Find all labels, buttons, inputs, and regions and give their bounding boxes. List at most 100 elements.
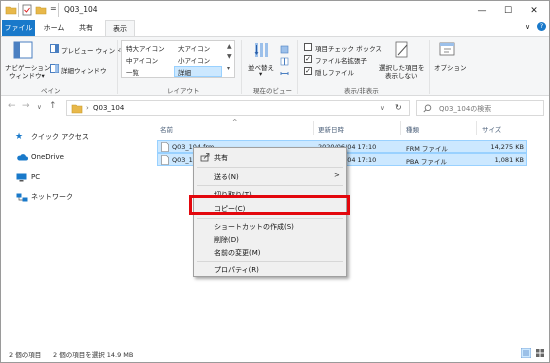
menu-item-share[interactable]: 共有 bbox=[214, 153, 228, 163]
star-icon: ★ bbox=[15, 132, 24, 142]
minimize-button[interactable]: — bbox=[469, 1, 495, 20]
close-button[interactable]: ✕ bbox=[521, 1, 547, 20]
size-columns-icon[interactable] bbox=[280, 69, 289, 78]
group-divider bbox=[297, 40, 298, 94]
breadcrumb-current[interactable]: Q03_104 bbox=[93, 104, 124, 112]
ribbon-collapse-icon[interactable]: ∨ bbox=[525, 23, 530, 31]
annotation-highlight-box bbox=[189, 195, 350, 215]
search-box[interactable]: Q03_104の検索 bbox=[416, 100, 544, 116]
forward-button[interactable]: → bbox=[22, 101, 30, 111]
address-row: ← → ∨ ↑ › Q03_104 ∨ ↻ Q03_104の検索 bbox=[1, 97, 549, 119]
layout-medium-icons[interactable]: 中アイコン bbox=[126, 55, 158, 65]
options-label: オプション bbox=[434, 64, 467, 72]
layout-small-icons[interactable]: 小アイコン bbox=[178, 55, 210, 65]
column-header-size[interactable]: サイズ bbox=[482, 124, 501, 134]
menu-item-send-to[interactable]: 送る(N) bbox=[214, 172, 239, 182]
preview-pane-icon bbox=[50, 44, 59, 53]
new-folder-icon[interactable] bbox=[35, 4, 47, 16]
group-divider bbox=[117, 40, 118, 94]
column-divider[interactable] bbox=[476, 121, 477, 135]
item-checkboxes-label: 項目チェック ボックス bbox=[315, 45, 382, 53]
file-type: FRM ファイル bbox=[406, 145, 448, 153]
menu-item-create-shortcut[interactable]: ショートカットの作成(S) bbox=[214, 222, 294, 232]
tab-home[interactable]: ホーム bbox=[39, 20, 69, 36]
nav-pane-label-2: ウィンドウ▾ bbox=[9, 72, 45, 80]
properties-icon[interactable] bbox=[22, 4, 32, 16]
navigation-pane-icon bbox=[13, 41, 33, 59]
file-extensions-checkbox: ✓ bbox=[304, 55, 312, 63]
file-type: PBA ファイル bbox=[406, 158, 447, 166]
status-selected: 2 個の項目を選択 14.9 MB bbox=[53, 351, 134, 359]
menu-separator bbox=[197, 185, 343, 186]
nav-item-label: OneDrive bbox=[31, 153, 64, 161]
tab-share[interactable]: 共有 bbox=[73, 20, 99, 36]
up-button[interactable]: ↑ bbox=[49, 101, 57, 111]
layout-large-icons[interactable]: 大アイコン bbox=[178, 43, 210, 53]
breadcrumb-chevron-icon[interactable]: › bbox=[86, 104, 89, 112]
back-button[interactable]: ← bbox=[8, 101, 16, 111]
options-icon bbox=[439, 42, 455, 56]
network-icon bbox=[16, 193, 28, 202]
gallery-more-icon[interactable]: ▾ bbox=[227, 65, 230, 72]
large-icons-view-icon[interactable] bbox=[535, 348, 545, 358]
pane-group-label: ペイン bbox=[41, 87, 61, 95]
address-dropdown-icon[interactable]: ∨ bbox=[380, 104, 385, 112]
file-extensions-label: ファイル名拡張子 bbox=[315, 57, 367, 65]
preview-pane-label: プレビュー ウィンドウ bbox=[61, 47, 129, 55]
column-header-date[interactable]: 更新日時 bbox=[318, 124, 344, 134]
column-divider[interactable] bbox=[313, 121, 314, 135]
cloud-icon bbox=[17, 154, 28, 161]
status-item-count: 2 個の項目 bbox=[9, 351, 42, 359]
qa-divider bbox=[58, 3, 59, 17]
window-title: Q03_104 bbox=[64, 5, 98, 14]
layout-group-label: レイアウト bbox=[167, 87, 200, 95]
column-divider[interactable] bbox=[400, 121, 401, 135]
sort-icon bbox=[254, 43, 268, 57]
menu-item-delete[interactable]: 削除(D) bbox=[214, 235, 239, 245]
file-icon bbox=[161, 155, 169, 165]
column-header-name[interactable]: 名前 bbox=[160, 124, 173, 134]
layout-details[interactable]: 詳細 bbox=[178, 67, 191, 77]
nav-item-label: クイック アクセス bbox=[31, 133, 89, 141]
layout-extra-large-icons[interactable]: 特大アイコン bbox=[126, 43, 165, 53]
file-size: 14,275 KB bbox=[490, 143, 524, 151]
layout-list[interactable]: 一覧 bbox=[126, 67, 139, 77]
file-size: 1,081 KB bbox=[494, 156, 524, 164]
details-pane-label: 詳細ウィンドウ bbox=[61, 67, 107, 75]
nav-item-label: PC bbox=[31, 173, 41, 181]
gallery-scroll-down-icon[interactable]: ▼ bbox=[227, 53, 232, 60]
group-by-icon[interactable] bbox=[280, 45, 289, 54]
group-divider bbox=[429, 40, 430, 94]
recent-locations-button[interactable]: ∨ bbox=[37, 103, 42, 111]
details-view-icon[interactable] bbox=[521, 348, 531, 358]
item-checkboxes-checkbox bbox=[304, 43, 312, 51]
ribbon-tabs: ファイル ホーム 共有 表示 ∨ ? bbox=[1, 20, 549, 36]
qa-customize[interactable]: = bbox=[50, 4, 57, 13]
qa-divider bbox=[18, 3, 19, 17]
tab-view[interactable]: 表示 bbox=[105, 20, 135, 36]
file-icon bbox=[161, 142, 169, 152]
sort-label-2: ▾ bbox=[259, 70, 263, 78]
share-icon bbox=[200, 153, 210, 162]
maximize-button[interactable]: ☐ bbox=[495, 1, 521, 20]
add-columns-icon[interactable] bbox=[280, 57, 289, 66]
refresh-button[interactable]: ↻ bbox=[395, 103, 402, 112]
help-icon[interactable]: ? bbox=[537, 22, 546, 31]
hide-selected-label-2: 表示しない bbox=[385, 72, 418, 80]
sort-indicator-icon: ^ bbox=[232, 118, 238, 126]
gallery-scroll-up-icon[interactable]: ▲ bbox=[227, 43, 232, 50]
menu-item-rename[interactable]: 名前の変更(M) bbox=[214, 248, 261, 258]
folder-icon bbox=[5, 6, 17, 15]
title-bar: = Q03_104 — ☐ ✕ bbox=[1, 1, 549, 20]
tab-file[interactable]: ファイル bbox=[2, 20, 35, 36]
group-divider bbox=[241, 40, 242, 94]
column-header-type[interactable]: 種類 bbox=[406, 124, 419, 134]
computer-icon bbox=[16, 173, 27, 182]
current-view-group-label: 現在のビュー bbox=[253, 87, 292, 95]
menu-separator bbox=[197, 167, 343, 168]
folder-icon bbox=[71, 104, 83, 114]
menu-separator bbox=[197, 261, 343, 262]
hide-selected-icon bbox=[395, 41, 408, 58]
menu-item-properties[interactable]: プロパティ(R) bbox=[214, 265, 259, 275]
address-bar[interactable]: › Q03_104 ∨ ↻ bbox=[66, 100, 410, 116]
